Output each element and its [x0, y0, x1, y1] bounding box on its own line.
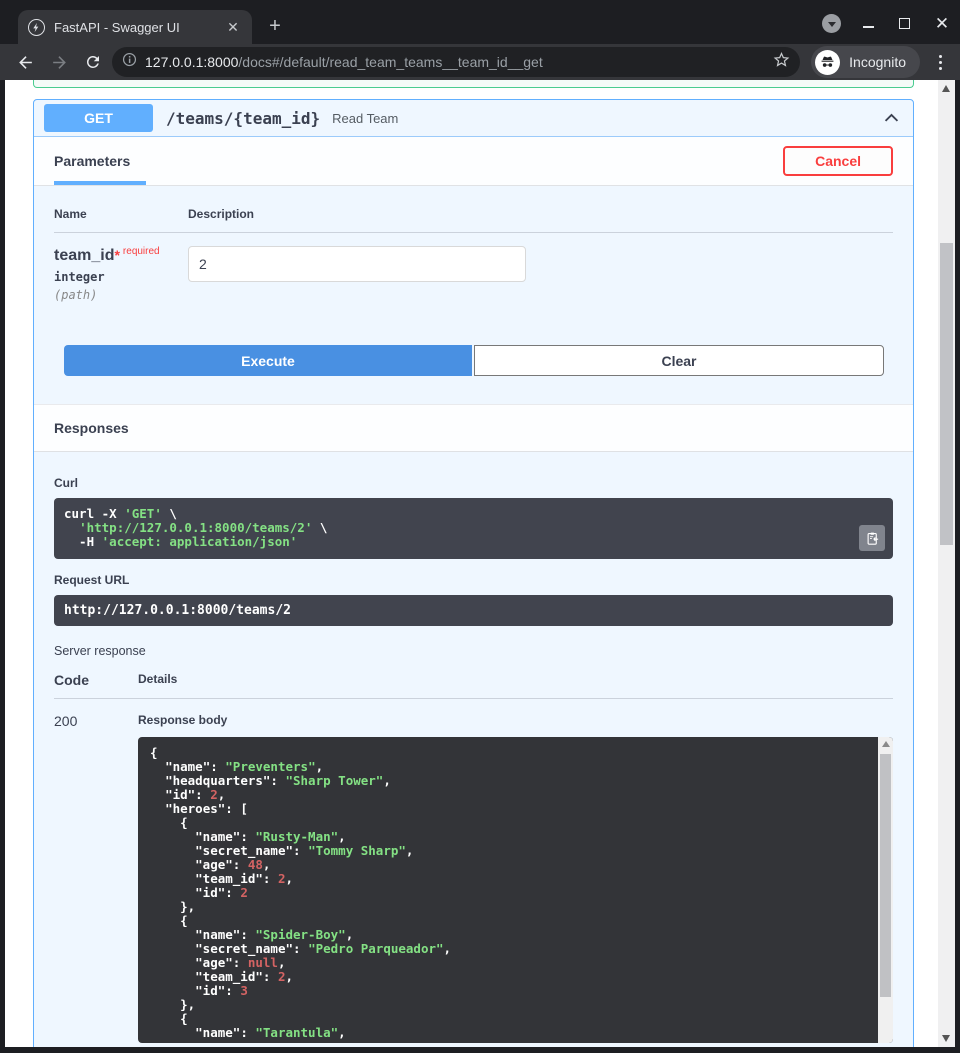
request-url-value: http://127.0.0.1:8000/teams/2 [54, 595, 893, 626]
parameters-section-header: Parameters Cancel [34, 137, 913, 186]
opblock-get-teams: GET /teams/{team_id} Read Team Parameter… [33, 99, 914, 1047]
response-body-block[interactable]: { "name": "Preventers", "headquarters": … [138, 737, 893, 1043]
browser-menu-icon[interactable] [930, 51, 950, 73]
endpoint-summary: Read Team [332, 111, 398, 126]
forward-icon[interactable] [48, 51, 70, 73]
tab-strip: FastAPI - Swagger UI ✕ + ✕ [0, 0, 960, 44]
site-info-icon[interactable] [122, 52, 137, 72]
clear-button[interactable]: Clear [474, 345, 884, 376]
column-header-code: Code [54, 672, 138, 688]
window-maximize-button[interactable] [899, 18, 910, 29]
responses-title: Responses [54, 420, 129, 436]
curl-code-block[interactable]: curl -X 'GET' \ 'http://127.0.0.1:8000/t… [54, 498, 893, 559]
required-asterisk: * [114, 247, 119, 263]
tab-title: FastAPI - Swagger UI [54, 20, 224, 35]
request-url-label: Request URL [54, 573, 893, 587]
incognito-icon [815, 50, 840, 75]
new-tab-button[interactable]: + [264, 16, 286, 38]
fastapi-favicon [28, 19, 45, 36]
window-close-button[interactable]: ✕ [934, 16, 950, 32]
column-header-name: Name [54, 207, 188, 221]
parameter-row: team_id*required integer (path) [54, 233, 893, 302]
endpoint-path: /teams/{team_id} [166, 109, 320, 128]
page-scroll-down-icon[interactable] [942, 1035, 950, 1042]
column-header-description: Description [188, 207, 254, 221]
incognito-badge: Incognito [811, 46, 920, 78]
team-id-input[interactable] [188, 246, 526, 282]
responses-body: Curl curl -X 'GET' \ 'http://127.0.0.1:8… [34, 452, 913, 1047]
responses-section-header: Responses [34, 404, 913, 452]
previous-opblock-bottom-edge [33, 80, 914, 88]
status-code: 200 [54, 713, 138, 1043]
url-bar[interactable]: 127.0.0.1:8000/docs#/default/read_team_t… [112, 47, 800, 77]
parameter-type: integer [54, 270, 188, 284]
back-icon[interactable] [14, 51, 36, 73]
collapse-chevron-up-icon[interactable] [879, 106, 903, 130]
parameters-table: Name Description team_id*required intege… [34, 186, 913, 302]
page-scroll-up-icon[interactable] [942, 85, 950, 92]
column-header-details: Details [138, 672, 177, 688]
parameter-name: team_id*required [54, 246, 188, 265]
cancel-button[interactable]: Cancel [783, 146, 893, 176]
bookmark-star-icon[interactable] [773, 51, 790, 73]
scroll-up-arrow-icon[interactable] [882, 741, 890, 747]
response-scrollbar-thumb[interactable] [880, 754, 891, 997]
response-row: 200 Response body { "name": "Preventers"… [54, 699, 893, 1043]
parameters-tab-underline [54, 181, 146, 185]
response-body-label: Response body [138, 713, 893, 727]
execute-button[interactable]: Execute [64, 345, 472, 376]
incognito-label: Incognito [849, 54, 906, 70]
page-scrollbar[interactable] [938, 80, 955, 1047]
page-scrollbar-thumb[interactable] [940, 243, 953, 545]
browser-tab[interactable]: FastAPI - Swagger UI ✕ [18, 10, 252, 44]
opblock-summary[interactable]: GET /teams/{team_id} Read Team [34, 100, 913, 137]
swagger-page: GET /teams/{team_id} Read Team Parameter… [5, 80, 938, 1047]
http-method-badge: GET [44, 104, 153, 132]
server-response-label: Server response [54, 644, 893, 658]
tab-close-icon[interactable]: ✕ [224, 18, 242, 36]
reload-icon[interactable] [82, 51, 104, 73]
browser-toolbar: 127.0.0.1:8000/docs#/default/read_team_t… [0, 44, 960, 80]
parameter-location: (path) [54, 288, 188, 302]
tab-parameters[interactable]: Parameters [54, 153, 130, 169]
browser-update-icon[interactable] [822, 14, 841, 33]
url-text[interactable]: 127.0.0.1:8000/docs#/default/read_team_t… [145, 54, 773, 70]
required-label: required [123, 246, 160, 257]
response-body-scrollbar[interactable] [878, 737, 893, 1043]
window-minimize-button[interactable] [863, 19, 874, 28]
copy-to-clipboard-button[interactable] [859, 525, 885, 551]
browser-chrome: FastAPI - Swagger UI ✕ + ✕ 127.0.0.1:800… [0, 0, 960, 80]
curl-label: Curl [54, 476, 893, 490]
response-json: { "name": "Preventers", "headquarters": … [150, 746, 881, 1040]
